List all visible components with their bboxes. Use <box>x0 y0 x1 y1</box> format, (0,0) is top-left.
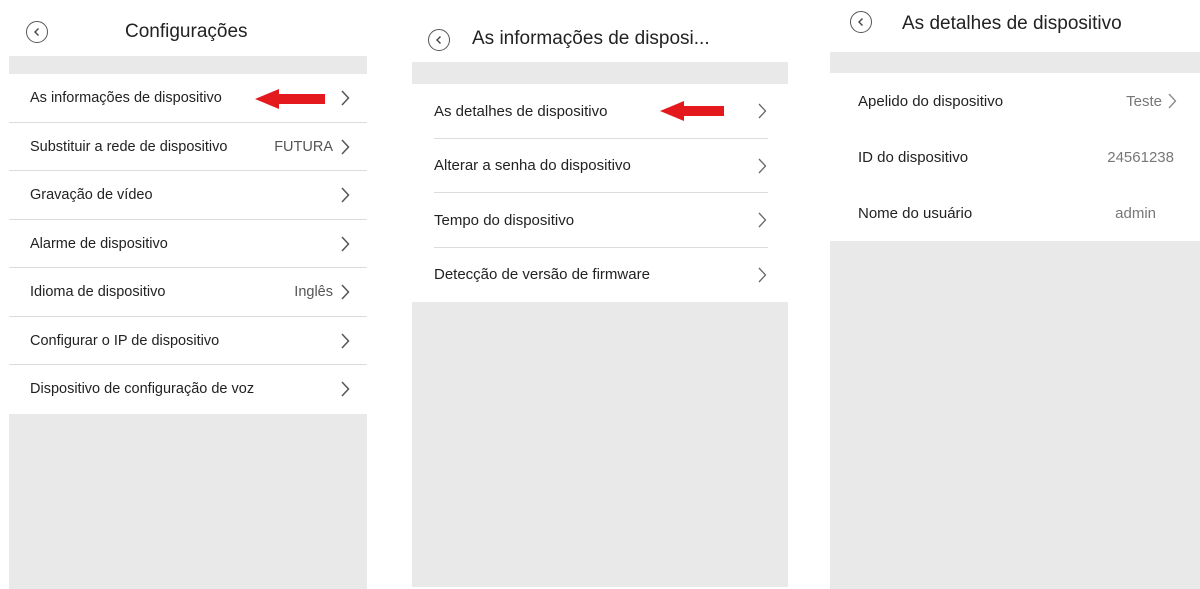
list-item-label: ID do dispositivo <box>858 148 969 166</box>
chevron-right-icon <box>756 157 768 175</box>
back-icon[interactable] <box>26 21 48 43</box>
chevron-right-icon <box>756 102 768 120</box>
header: As informações de disposi... <box>412 0 788 62</box>
list-item-ip-config[interactable]: Configurar o IP de dispositivo <box>9 316 367 365</box>
list-item-label: Dispositivo de configuração de voz <box>30 381 255 398</box>
list-item-device-id: ID do dispositivo 24561238 <box>830 129 1200 185</box>
settings-list: As informações de dispositivo Substituir… <box>9 74 367 414</box>
chevron-right-icon <box>339 89 351 107</box>
list-item-label: Configurar o IP de dispositivo <box>30 332 220 349</box>
page-title: Configurações <box>125 21 248 42</box>
chevron-right-icon <box>339 332 351 350</box>
list-item-label: As detalhes de dispositivo <box>434 102 608 120</box>
chevron-right-icon <box>339 235 351 253</box>
chevron-right-icon <box>756 211 768 229</box>
chevron-right-icon <box>1166 92 1178 110</box>
empty-area <box>830 241 1200 589</box>
list-item-label: Nome do usuário <box>858 204 973 222</box>
device-info-screen: As informações de disposi... As detalhes… <box>412 0 788 589</box>
list-item-device-info[interactable]: As informações de dispositivo <box>9 74 367 123</box>
list-item-language[interactable]: Idioma de dispositivo Inglês <box>9 268 367 317</box>
device-details-list: Apelido do dispositivo Teste ID do dispo… <box>830 73 1200 241</box>
section-gap <box>830 52 1200 73</box>
back-icon[interactable] <box>850 11 872 33</box>
page-title: As detalhes de dispositivo <box>902 13 1122 34</box>
list-item-firmware-check[interactable]: Detecção de versão de firmware <box>412 247 788 302</box>
device-details-screen: As detalhes de dispositivo Apelido do di… <box>830 0 1200 589</box>
list-item-device-details[interactable]: As detalhes de dispositivo <box>412 84 788 139</box>
list-item-value: admin <box>1115 204 1156 222</box>
back-icon[interactable] <box>428 29 450 51</box>
list-item-nickname[interactable]: Apelido do dispositivo Teste <box>830 73 1200 129</box>
empty-area <box>9 413 367 589</box>
header: Configurações <box>9 0 367 56</box>
list-item-change-password[interactable]: Alterar a senha do dispositivo <box>412 138 788 193</box>
list-item-video-recording[interactable]: Gravação de vídeo <box>9 171 367 220</box>
list-item-label: Alarme de dispositivo <box>30 235 168 252</box>
highlight-arrow-icon <box>255 89 325 109</box>
device-info-list: As detalhes de dispositivo Alterar a sen… <box>412 84 788 302</box>
chevron-right-icon <box>339 380 351 398</box>
list-item-label: Gravação de vídeo <box>30 187 153 204</box>
chevron-right-icon <box>339 283 351 301</box>
settings-screen: Configurações As informações de disposit… <box>9 0 367 589</box>
page-title: As informações de disposi... <box>472 28 710 49</box>
list-item-value: FUTURA <box>274 138 333 155</box>
list-item-username: Nome do usuário admin <box>830 185 1200 241</box>
list-item-value: Inglês <box>294 284 333 301</box>
header: As detalhes de dispositivo <box>830 0 1200 52</box>
highlight-arrow-icon <box>660 101 724 121</box>
list-item-value: 24561238 <box>1107 148 1174 166</box>
list-item-network[interactable]: Substituir a rede de dispositivo FUTURA <box>9 122 367 171</box>
list-item-voice-config[interactable]: Dispositivo de configuração de voz <box>9 365 367 414</box>
list-item-label: Apelido do dispositivo <box>858 92 1004 110</box>
list-item-label: Idioma de dispositivo <box>30 284 166 301</box>
list-item-label: Substituir a rede de dispositivo <box>30 138 228 155</box>
list-item-label: Detecção de versão de firmware <box>434 266 650 284</box>
chevron-right-icon <box>756 266 768 284</box>
list-item-value: Teste <box>1126 92 1162 110</box>
list-item-alarm[interactable]: Alarme de dispositivo <box>9 219 367 268</box>
chevron-right-icon <box>339 186 351 204</box>
empty-area <box>412 302 788 587</box>
section-gap <box>9 56 367 74</box>
list-item-label: Alterar a senha do dispositivo <box>434 157 631 175</box>
section-gap <box>412 62 788 84</box>
list-item-device-time[interactable]: Tempo do dispositivo <box>412 193 788 248</box>
list-item-label: Tempo do dispositivo <box>434 211 575 229</box>
chevron-right-icon <box>339 138 351 156</box>
list-item-label: As informações de dispositivo <box>30 90 222 107</box>
